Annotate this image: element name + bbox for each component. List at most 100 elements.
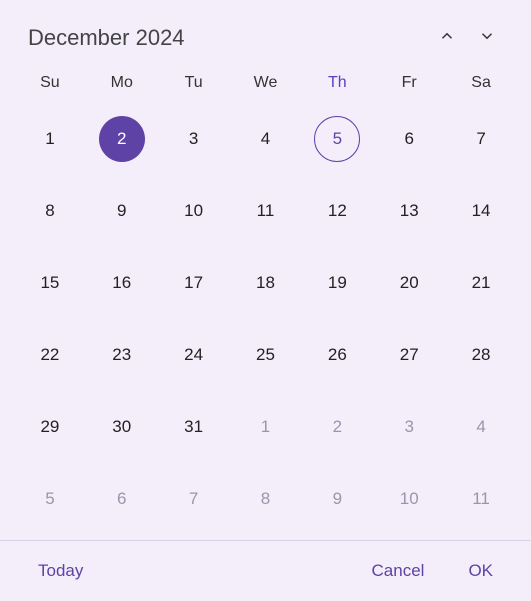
day-cell[interactable]: 22 xyxy=(14,324,86,386)
day-cell[interactable]: 12 xyxy=(301,180,373,242)
day-cell[interactable]: 5 xyxy=(301,108,373,170)
day-number: 9 xyxy=(314,476,360,522)
day-number: 23 xyxy=(99,332,145,378)
day-number: 14 xyxy=(458,188,504,234)
day-cell[interactable]: 15 xyxy=(14,252,86,314)
day-number: 22 xyxy=(27,332,73,378)
day-cell[interactable]: 26 xyxy=(301,324,373,386)
day-number: 7 xyxy=(458,116,504,162)
day-number: 16 xyxy=(99,260,145,306)
day-cell[interactable]: 11 xyxy=(445,468,517,530)
day-cell[interactable]: 4 xyxy=(445,396,517,458)
day-number: 6 xyxy=(99,476,145,522)
day-cell[interactable]: 9 xyxy=(301,468,373,530)
day-number: 17 xyxy=(171,260,217,306)
day-number: 19 xyxy=(314,260,360,306)
day-cell[interactable]: 6 xyxy=(86,468,158,530)
calendar-popup: December 2024 SuMoTuWeThFrSa123456789101… xyxy=(0,0,531,601)
calendar-header: December 2024 xyxy=(0,0,531,66)
day-cell[interactable]: 17 xyxy=(158,252,230,314)
day-cell[interactable]: 19 xyxy=(301,252,373,314)
day-number: 26 xyxy=(314,332,360,378)
weekday-header: We xyxy=(230,66,302,108)
ok-button[interactable]: OK xyxy=(458,553,503,589)
day-cell[interactable]: 2 xyxy=(301,396,373,458)
day-number: 11 xyxy=(458,476,504,522)
day-number: 1 xyxy=(27,116,73,162)
day-number: 18 xyxy=(242,260,288,306)
month-year-title[interactable]: December 2024 xyxy=(28,25,427,51)
day-cell[interactable]: 1 xyxy=(230,396,302,458)
day-number: 7 xyxy=(171,476,217,522)
day-cell[interactable]: 13 xyxy=(373,180,445,242)
day-number: 11 xyxy=(242,188,288,234)
day-number: 4 xyxy=(458,404,504,450)
weekday-header: Tu xyxy=(158,66,230,108)
day-cell[interactable]: 14 xyxy=(445,180,517,242)
day-number: 3 xyxy=(386,404,432,450)
day-cell[interactable]: 25 xyxy=(230,324,302,386)
day-cell[interactable]: 3 xyxy=(373,396,445,458)
today-button[interactable]: Today xyxy=(28,553,93,589)
day-cell[interactable]: 4 xyxy=(230,108,302,170)
day-number: 3 xyxy=(171,116,217,162)
day-cell[interactable]: 20 xyxy=(373,252,445,314)
day-cell[interactable]: 1 xyxy=(14,108,86,170)
day-number: 10 xyxy=(386,476,432,522)
day-cell[interactable]: 28 xyxy=(445,324,517,386)
day-number: 2 xyxy=(314,404,360,450)
cancel-button[interactable]: Cancel xyxy=(362,553,435,589)
day-cell[interactable]: 7 xyxy=(158,468,230,530)
day-cell[interactable]: 21 xyxy=(445,252,517,314)
day-cell[interactable]: 3 xyxy=(158,108,230,170)
day-number: 1 xyxy=(242,404,288,450)
day-cell[interactable]: 10 xyxy=(158,180,230,242)
weekday-header: Mo xyxy=(86,66,158,108)
weekday-header: Sa xyxy=(445,66,517,108)
day-number: 31 xyxy=(171,404,217,450)
day-cell[interactable]: 10 xyxy=(373,468,445,530)
day-number: 21 xyxy=(458,260,504,306)
day-number: 9 xyxy=(99,188,145,234)
chevron-up-icon xyxy=(438,27,456,50)
day-number: 2 xyxy=(99,116,145,162)
day-cell[interactable]: 24 xyxy=(158,324,230,386)
day-number: 8 xyxy=(27,188,73,234)
day-cell[interactable]: 23 xyxy=(86,324,158,386)
day-number: 15 xyxy=(27,260,73,306)
day-number: 10 xyxy=(171,188,217,234)
day-number: 13 xyxy=(386,188,432,234)
weekday-header: Th xyxy=(301,66,373,108)
day-cell[interactable]: 8 xyxy=(14,180,86,242)
day-cell[interactable]: 29 xyxy=(14,396,86,458)
day-cell[interactable]: 5 xyxy=(14,468,86,530)
next-month-button[interactable] xyxy=(467,18,507,58)
calendar-footer: Today Cancel OK xyxy=(0,540,531,601)
day-cell[interactable]: 27 xyxy=(373,324,445,386)
day-cell[interactable]: 30 xyxy=(86,396,158,458)
day-number: 30 xyxy=(99,404,145,450)
prev-month-button[interactable] xyxy=(427,18,467,58)
day-cell[interactable]: 6 xyxy=(373,108,445,170)
day-cell[interactable]: 7 xyxy=(445,108,517,170)
day-cell[interactable]: 11 xyxy=(230,180,302,242)
day-cell[interactable]: 2 xyxy=(86,108,158,170)
day-cell[interactable]: 8 xyxy=(230,468,302,530)
day-number: 29 xyxy=(27,404,73,450)
day-number: 24 xyxy=(171,332,217,378)
day-number: 6 xyxy=(386,116,432,162)
calendar-grid: SuMoTuWeThFrSa12345678910111213141516171… xyxy=(0,66,531,540)
day-number: 28 xyxy=(458,332,504,378)
day-cell[interactable]: 18 xyxy=(230,252,302,314)
day-number: 8 xyxy=(242,476,288,522)
weekday-header: Fr xyxy=(373,66,445,108)
day-number: 4 xyxy=(242,116,288,162)
day-number: 20 xyxy=(386,260,432,306)
day-cell[interactable]: 16 xyxy=(86,252,158,314)
day-cell[interactable]: 31 xyxy=(158,396,230,458)
day-number: 12 xyxy=(314,188,360,234)
chevron-down-icon xyxy=(478,27,496,50)
weekday-header: Su xyxy=(14,66,86,108)
day-number: 5 xyxy=(27,476,73,522)
day-cell[interactable]: 9 xyxy=(86,180,158,242)
